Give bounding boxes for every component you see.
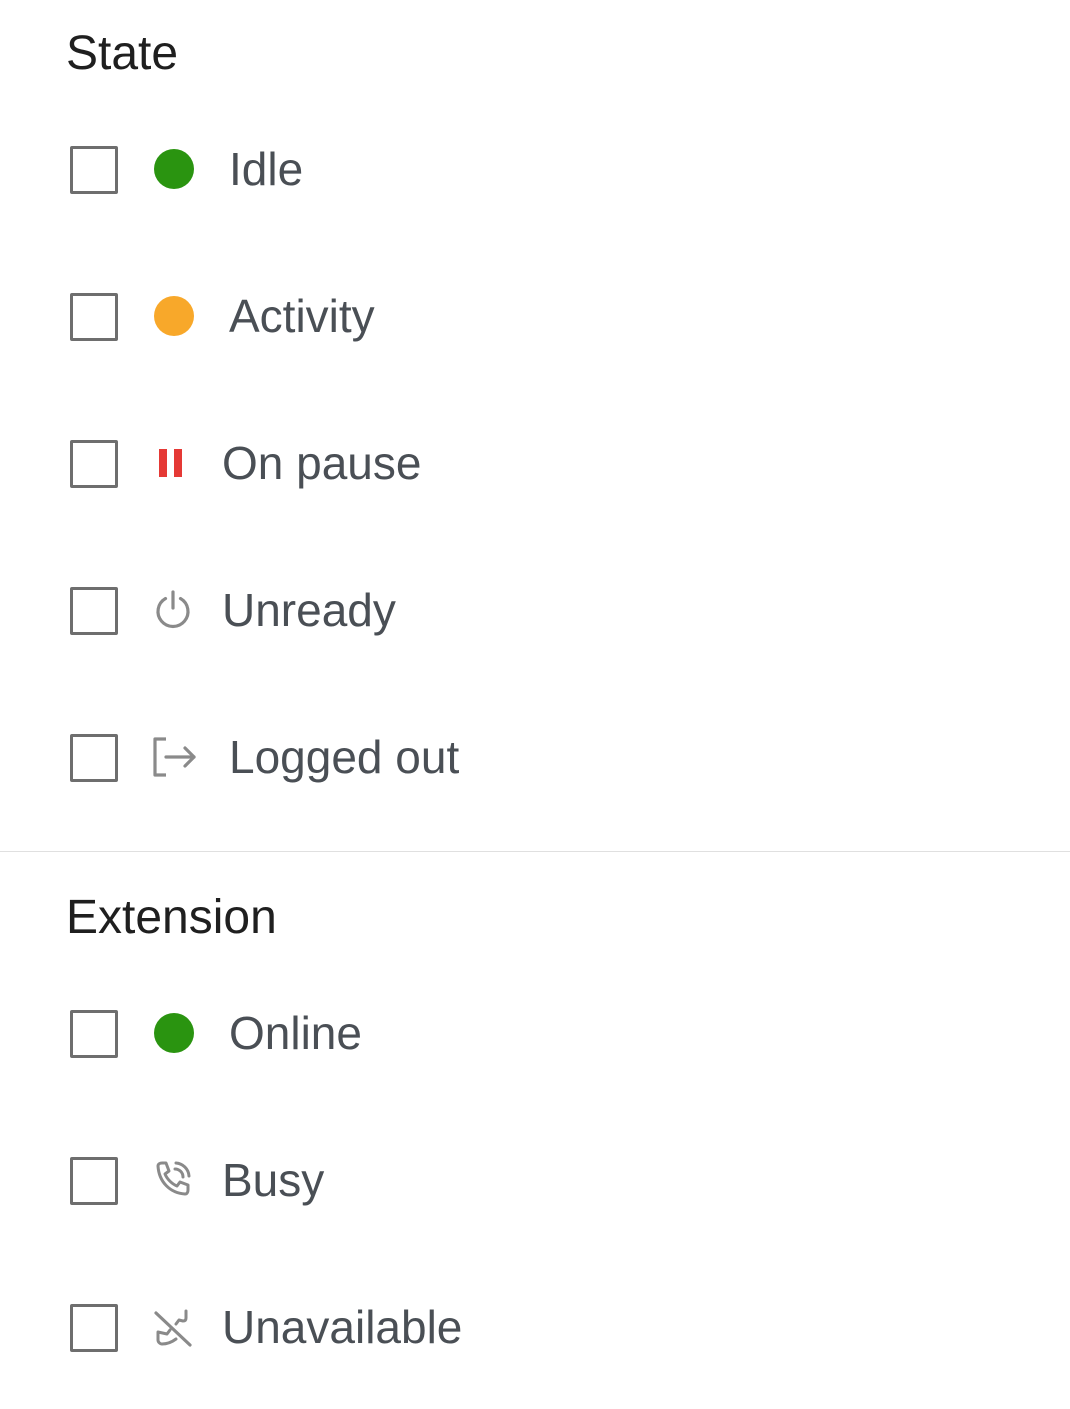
unready-checkbox[interactable] [70, 587, 118, 635]
idle-checkbox[interactable] [70, 146, 118, 194]
orange-dot-icon [152, 294, 196, 338]
phone-in-talk-icon [152, 1158, 196, 1202]
logout-icon [152, 735, 196, 779]
online-checkbox[interactable] [70, 1010, 118, 1058]
unready-label: Unready [222, 584, 396, 636]
activity-label: Activity [229, 290, 375, 342]
on-pause-label: On pause [222, 437, 422, 489]
idle-label: Idle [229, 143, 304, 195]
extension-option-online[interactable]: Online [0, 978, 1070, 1088]
green-dot-icon [152, 147, 196, 191]
online-label: Online [229, 1007, 362, 1059]
state-filter-section: State Idle Activity On pause Unready Log… [0, 0, 1070, 851]
extension-section-title: Extension [66, 891, 277, 944]
extension-filter-section: Extension Online Busy Unavailable [0, 852, 1070, 1409]
unavailable-checkbox[interactable] [70, 1304, 118, 1352]
pause-icon [152, 441, 196, 485]
activity-checkbox[interactable] [70, 293, 118, 341]
extension-option-busy[interactable]: Busy [0, 1125, 1070, 1235]
on-pause-checkbox[interactable] [70, 440, 118, 488]
state-option-activity[interactable]: Activity [0, 261, 1070, 371]
state-option-on-pause[interactable]: On pause [0, 408, 1070, 518]
green-dot-icon [152, 1011, 196, 1055]
state-option-idle[interactable]: Idle [0, 114, 1070, 224]
logged-out-checkbox[interactable] [70, 734, 118, 782]
extension-option-unavailable[interactable]: Unavailable [0, 1272, 1070, 1382]
phone-disabled-icon [152, 1305, 196, 1349]
logged-out-label: Logged out [229, 731, 460, 783]
state-option-unready[interactable]: Unready [0, 555, 1070, 665]
unavailable-label: Unavailable [222, 1301, 463, 1353]
state-section-title: State [66, 27, 179, 80]
state-option-logged-out[interactable]: Logged out [0, 702, 1070, 812]
power-icon [152, 588, 196, 632]
busy-checkbox[interactable] [70, 1157, 118, 1205]
busy-label: Busy [222, 1154, 325, 1206]
